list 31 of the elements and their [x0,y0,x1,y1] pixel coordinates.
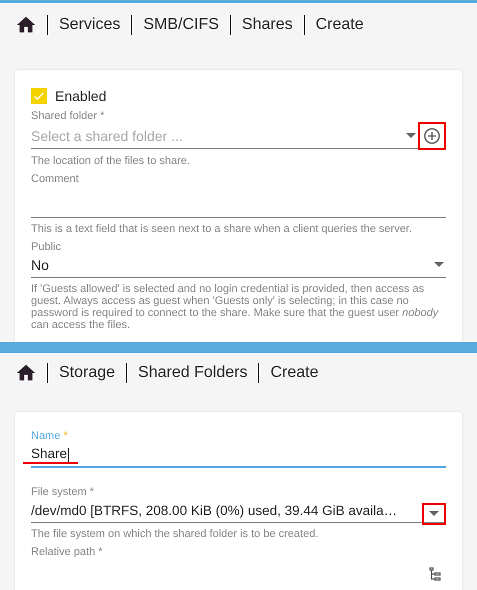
field-label: Name [31,430,60,442]
field-label: Shared folder * [31,110,104,122]
breadcrumb-link[interactable]: Shared Folders [127,364,258,382]
field-label: Relative path * [31,546,103,558]
caret-button[interactable] [432,260,446,270]
field-hint: The location of the files to share. [31,155,191,167]
field-hint: This is a text field that is seen next to a share when a client queries the server. [31,223,413,235]
breadcrumb-link[interactable]: Shares [230,16,304,34]
required-mark: * [63,430,68,442]
select-field[interactable]: No [31,253,446,278]
field-hint: If 'Guests allowed' is selected and no login credential is provided, then access as guest. Always access as guest when 'Guests only' is selecting; in this case no password is required to connect to the share. Make sure that the guest user nobody can access the files. [31,283,440,331]
caret-icon [429,511,439,517]
field-label: File system * [31,486,94,498]
checkbox-label: Enabled [55,88,106,104]
breadcrumb-link[interactable]: Storage [48,364,126,382]
caret-icon [406,132,416,138]
field-hint: The file system on which the shared folder is to be created. [31,528,320,540]
caret-button[interactable] [404,130,418,140]
plus-circle-icon [423,127,441,145]
add-button[interactable] [418,122,446,150]
caret-icon [434,262,444,268]
breadcrumb-link[interactable]: Create [304,16,375,34]
select-field[interactable]: /dev/md0 [BTRFS, 208.00 KiB (0%) used, 39.44 GiB availa… [31,498,446,523]
caret-button[interactable] [422,503,446,525]
checkbox[interactable] [31,88,47,104]
field-label: Comment [31,173,79,185]
breadcrumb-link[interactable]: SMB/CIFS [132,16,230,34]
breadcrumb-link[interactable]: Create [259,364,330,382]
breadcrumb-link[interactable]: Services [48,16,132,34]
field-label: Public [31,241,61,253]
text-field[interactable]: Share [31,442,446,468]
